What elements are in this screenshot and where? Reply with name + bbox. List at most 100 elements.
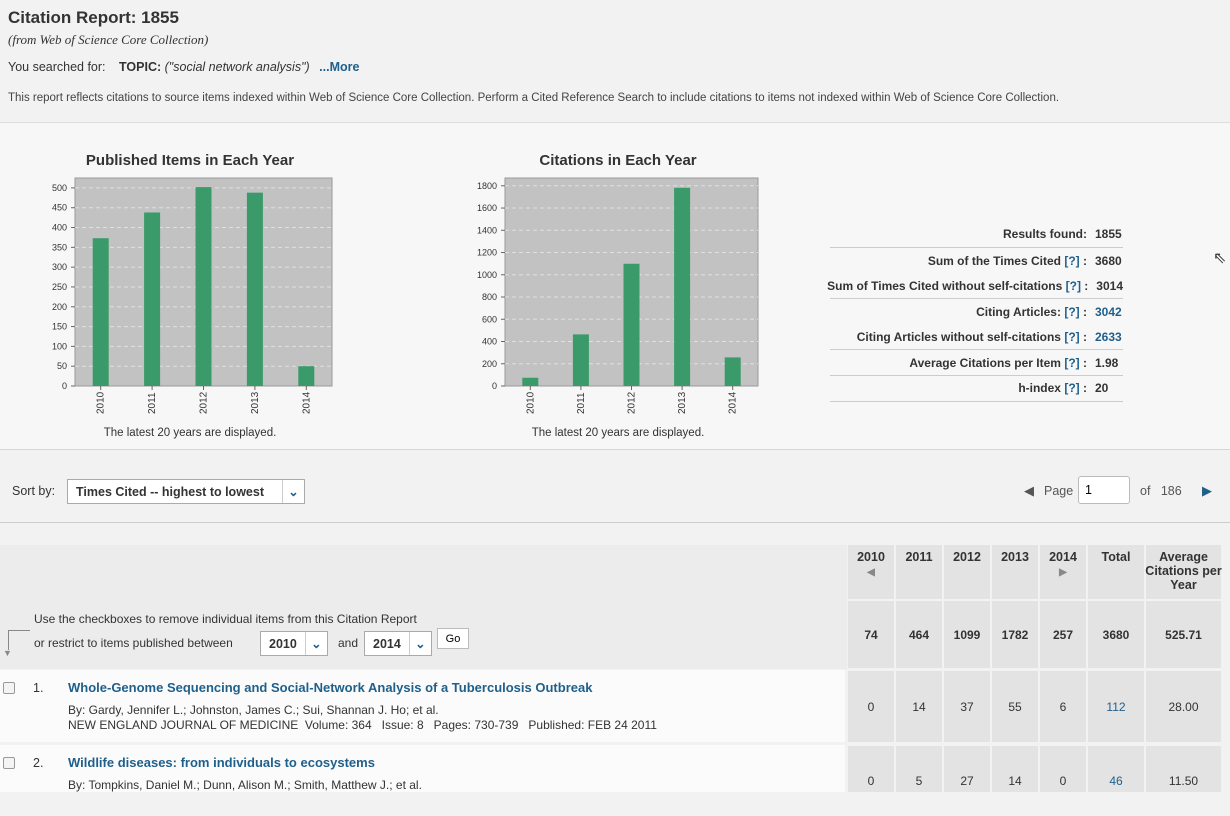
help-link[interactable]: [?] <box>1064 381 1079 395</box>
y-tick-label: 400 <box>52 223 67 233</box>
row-checkbox[interactable] <box>3 757 15 769</box>
filter-line2: or restrict to items published between <box>34 636 233 650</box>
y-tick-label: 1000 <box>477 270 497 280</box>
report-note: This report reflects citations to source… <box>8 92 1060 104</box>
y-tick-label: 500 <box>52 183 67 193</box>
y-tick-label: 450 <box>52 203 67 213</box>
stat-value: 3014 <box>1096 278 1123 293</box>
total-cell: 3680 <box>1102 627 1130 642</box>
column-header: 2011 <box>905 550 933 564</box>
chart1-note: The latest 20 years are displayed. <box>103 427 277 439</box>
stat-row: Sum of Times Cited without self-citation… <box>827 273 1123 300</box>
total-cell: 1099 <box>953 627 981 642</box>
year-cell: 14 <box>1008 774 1022 788</box>
page-subtitle: (from Web of Science Core Collection) <box>8 32 209 47</box>
stat-value[interactable]: 2633 <box>1095 330 1123 344</box>
y-tick-label: 0 <box>62 381 67 391</box>
column-header: 2010 ◀ <box>857 550 885 578</box>
sort-label: Sort by: <box>12 484 56 498</box>
chevron-down-icon: ⌄ <box>304 632 327 655</box>
stat-row: Average Citations per Item [?] :1.98 <box>830 350 1123 377</box>
stat-row: Sum of the Times Cited [?] :3680 <box>927 253 1122 268</box>
column-header: Average Citations per Year <box>1145 550 1222 592</box>
sort-select[interactable]: Times Cited -- highest to lowest ⌄ <box>67 479 305 504</box>
page-of-label: of 186 <box>1140 484 1182 498</box>
year-from-select[interactable]: 2010 ⌄ <box>260 631 328 656</box>
year-cell: 5 <box>915 774 923 788</box>
stat-value: 20 <box>1095 381 1109 396</box>
help-link[interactable]: [?] <box>1066 279 1081 293</box>
row-checkbox[interactable] <box>3 682 15 694</box>
year-cell: 28.00 <box>1168 699 1199 714</box>
mouse-cursor-icon: ⇖ <box>1213 250 1227 267</box>
x-tick-label: 2012 <box>627 391 638 414</box>
article-title-link[interactable]: Wildlife diseases: from individuals to e… <box>68 755 375 770</box>
page-input[interactable] <box>1078 476 1130 504</box>
year-to-select[interactable]: 2014 ⌄ <box>364 631 432 656</box>
help-link[interactable]: [?] <box>1064 356 1079 370</box>
article-title-link[interactable]: Whole-Genome Sequencing and Social-Netwo… <box>68 680 592 695</box>
x-tick-label: 2013 <box>250 391 261 414</box>
prev-year-icon[interactable]: ◀ <box>867 567 875 578</box>
next-page-icon[interactable]: ▶ <box>1202 483 1212 499</box>
y-tick-label: 1200 <box>477 248 497 258</box>
go-button[interactable]: Go <box>437 628 469 649</box>
bar-2013 <box>674 187 691 386</box>
year-cell: 14 <box>912 699 926 714</box>
total-cell: 257 <box>1052 627 1074 642</box>
x-tick-label: 2012 <box>199 391 210 414</box>
year-cell: 11.50 <box>1168 774 1199 788</box>
x-tick-label: 2010 <box>525 391 536 414</box>
y-tick-label: 200 <box>482 359 497 369</box>
x-tick-label: 2011 <box>147 392 158 414</box>
prev-page-icon[interactable]: ◀ <box>1024 483 1034 499</box>
article-source: NEW ENGLAND JOURNAL OF MEDICINE Volume: … <box>68 718 657 732</box>
y-tick-label: 300 <box>52 262 67 272</box>
total-cell: 1782 <box>1001 627 1029 642</box>
stat-row: Citing Articles: [?] :3042 <box>976 304 1123 319</box>
x-tick-label: 2014 <box>301 391 312 414</box>
total-cell: 525.71 <box>1165 627 1202 642</box>
filter-line1: Use the checkboxes to remove individual … <box>34 612 417 626</box>
chevron-down-icon: ⌄ <box>282 480 304 503</box>
bar-2011 <box>144 212 161 386</box>
more-link[interactable]: ...More <box>319 60 359 74</box>
stat-row: Results found: 1855 <box>830 222 1123 248</box>
chart2-title: Citations in Each Year <box>539 152 697 169</box>
bar-2012 <box>623 263 640 386</box>
stat-value[interactable]: 3042 <box>1095 305 1123 319</box>
stat-value: 3680 <box>1095 253 1122 268</box>
column-header: 2012 <box>953 550 981 564</box>
column-header: 2014 ▶ <box>1049 550 1077 578</box>
total-cited-link[interactable]: 46 <box>1087 746 1145 816</box>
stat-row: Citing Articles without self-citations [… <box>830 325 1123 351</box>
chart1-title: Published Items in Each Year <box>85 152 295 169</box>
and-label: and <box>338 636 359 650</box>
year-cell: 27 <box>960 774 974 788</box>
bar-2013 <box>246 192 263 386</box>
total-cell: 464 <box>908 627 930 642</box>
chevron-down-icon: ⌄ <box>408 632 431 655</box>
year-cell: 0 <box>867 699 875 714</box>
help-link[interactable]: [?] <box>1064 254 1079 268</box>
total-cited-link[interactable]: 112 <box>1087 671 1145 742</box>
y-tick-label: 1800 <box>477 181 497 191</box>
help-link[interactable]: [?] <box>1064 305 1079 319</box>
total-cell: 74 <box>864 627 878 642</box>
year-cell: 6 <box>1059 699 1067 714</box>
year-cell: 55 <box>1008 699 1022 714</box>
help-link[interactable]: [?] <box>1064 330 1079 344</box>
y-tick-label: 1400 <box>477 225 497 235</box>
stat-value: 1855 <box>1095 227 1122 242</box>
column-header: Total <box>1101 550 1131 564</box>
bar-2014 <box>724 357 741 386</box>
arrow-icon <box>8 630 30 631</box>
bar-2010 <box>522 377 539 386</box>
stat-row: h-index [?] :20 <box>830 376 1123 402</box>
y-tick-label: 600 <box>482 314 497 324</box>
stats-panel: Results found: 1855 Sum of the Times Cited… <box>827 222 1123 402</box>
x-tick-label: 2010 <box>96 391 107 414</box>
year-cell: 0 <box>1059 774 1067 788</box>
y-tick-label: 100 <box>52 341 67 351</box>
next-year-icon[interactable]: ▶ <box>1059 567 1067 578</box>
